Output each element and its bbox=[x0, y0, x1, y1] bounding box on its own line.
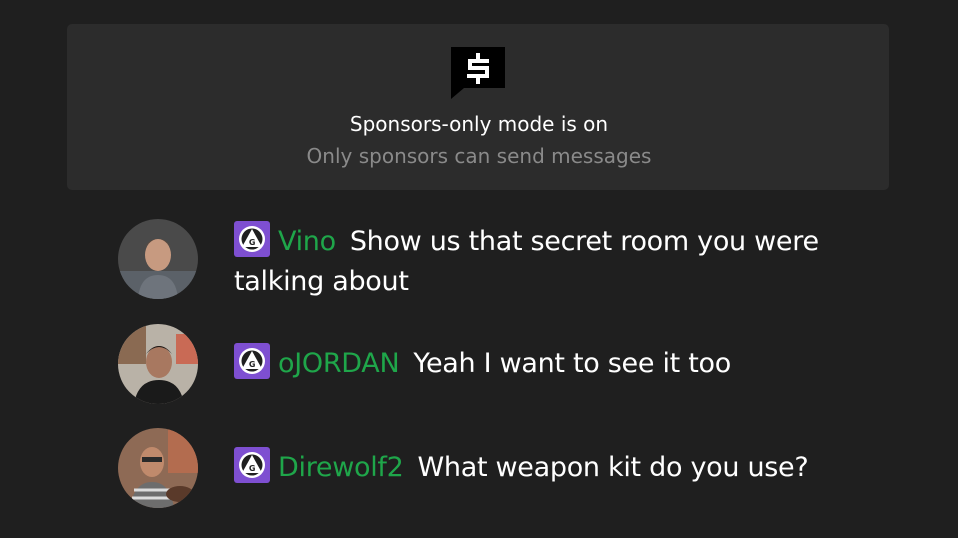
username[interactable]: oJORDAN bbox=[278, 348, 400, 379]
message-text: Yeah I want to see it too bbox=[413, 348, 731, 379]
message-text: What weapon kit do you use? bbox=[417, 452, 809, 483]
avatar[interactable] bbox=[118, 324, 198, 404]
svg-text:G: G bbox=[249, 238, 255, 247]
message-body: G Vino Show us that secret room you were … bbox=[234, 221, 834, 302]
sponsor-badge-icon: G bbox=[234, 343, 270, 379]
sponsor-badge-icon: G bbox=[234, 447, 270, 483]
avatar[interactable] bbox=[118, 428, 198, 508]
message-body: G Direwolf2 What weapon kit do you use? bbox=[234, 447, 834, 488]
username[interactable]: Direwolf2 bbox=[278, 452, 404, 483]
message-body: G oJORDAN Yeah I want to see it too bbox=[234, 343, 834, 384]
username[interactable]: Vino bbox=[278, 226, 336, 257]
banner-title: Sponsors-only mode is on bbox=[349, 112, 609, 136]
svg-text:G: G bbox=[249, 464, 255, 473]
sponsor-badge-icon: G bbox=[234, 221, 270, 257]
avatar[interactable] bbox=[118, 219, 198, 299]
svg-text:G: G bbox=[249, 360, 255, 369]
sponsor-dollar-icon bbox=[451, 47, 505, 99]
banner-subtitle: Only sponsors can send messages bbox=[306, 144, 652, 168]
